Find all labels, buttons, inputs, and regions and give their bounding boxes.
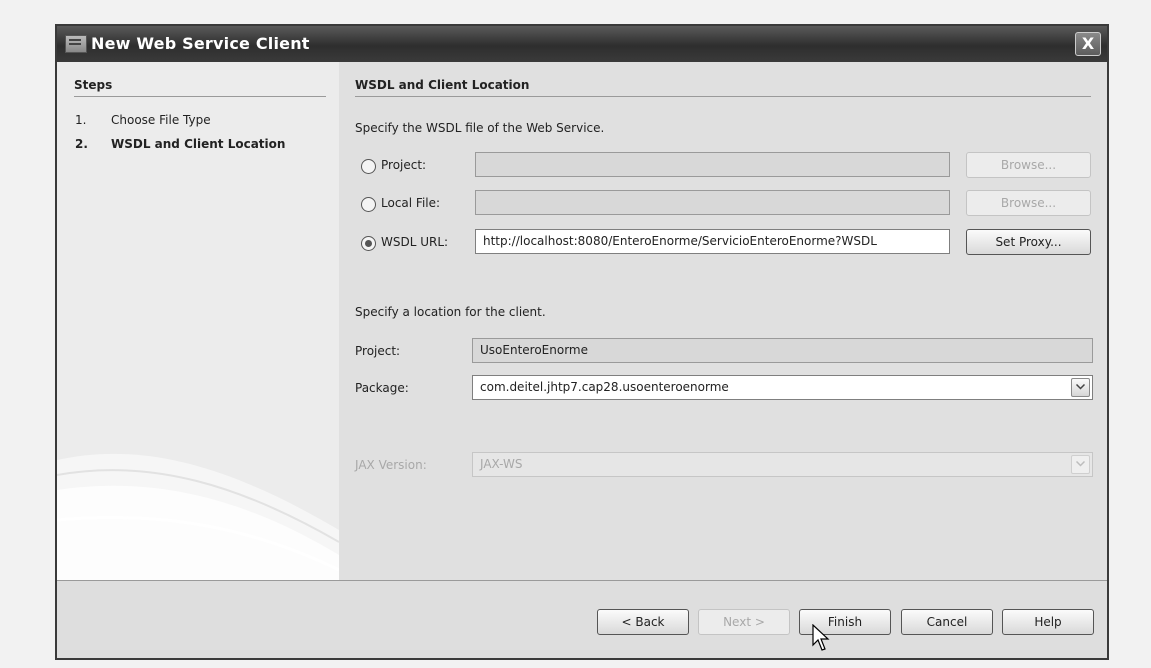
jax-version-combo[interactable]: JAX-WS — [472, 452, 1093, 477]
title-bar[interactable]: New Web Service Client X — [57, 26, 1107, 62]
client-project-field: UsoEnteroEnorme — [472, 338, 1093, 363]
close-button[interactable]: X — [1075, 32, 1101, 56]
chevron-down-icon[interactable] — [1071, 378, 1090, 397]
content-panel: WSDL and Client Location Specify the WSD… — [339, 62, 1107, 580]
step-choose-file-type: 1. Choose File Type — [75, 113, 211, 127]
package-value: com.deitel.jhtp7.cap28.usoenteroenorme — [480, 380, 729, 394]
decorative-swoosh-graphic — [57, 453, 339, 580]
package-combo[interactable]: com.deitel.jhtp7.cap28.usoenteroenorme — [472, 375, 1093, 400]
jax-version-value: JAX-WS — [480, 457, 523, 471]
project-wsdl-field[interactable] — [475, 152, 950, 177]
next-button[interactable]: Next > — [698, 609, 790, 635]
local-file-field[interactable] — [475, 190, 950, 215]
browse-local-file-button[interactable]: Browse... — [966, 190, 1091, 216]
client-instruction: Specify a location for the client. — [355, 305, 546, 319]
chevron-down-icon[interactable] — [1071, 455, 1090, 474]
wsdl-url-radio[interactable] — [361, 236, 376, 251]
browse-project-button[interactable]: Browse... — [966, 152, 1091, 178]
help-button[interactable]: Help — [1002, 609, 1094, 635]
window-icon — [65, 35, 87, 53]
step-label: Choose File Type — [111, 113, 211, 127]
section-heading: WSDL and Client Location — [355, 78, 1091, 97]
button-bar: < Back Next > Finish Cancel Help — [57, 580, 1107, 658]
step-label: WSDL and Client Location — [111, 137, 286, 151]
wsdl-url-input[interactable]: http://localhost:8080/EnteroEnorme/Servi… — [475, 229, 950, 254]
wizard-dialog: New Web Service Client X Steps 1. Choose … — [55, 24, 1109, 660]
mouse-pointer-icon — [812, 624, 830, 651]
jax-version-label: JAX Version: — [355, 458, 427, 472]
window-title: New Web Service Client — [91, 34, 310, 53]
client-project-label: Project: — [355, 344, 401, 358]
steps-panel: Steps 1. Choose File Type 2. WSDL and Clie… — [57, 62, 339, 580]
set-proxy-button[interactable]: Set Proxy... — [966, 229, 1091, 255]
local-file-radio-label[interactable]: Local File: — [381, 196, 440, 210]
step-number: 2. — [75, 137, 88, 151]
wsdl-url-radio-label[interactable]: WSDL URL: — [381, 235, 448, 249]
project-radio-label[interactable]: Project: — [381, 158, 426, 172]
local-file-radio[interactable] — [361, 197, 376, 212]
back-button[interactable]: < Back — [597, 609, 689, 635]
steps-heading: Steps — [74, 78, 326, 97]
project-radio[interactable] — [361, 159, 376, 174]
step-wsdl-client-location: 2. WSDL and Client Location — [75, 137, 285, 151]
wsdl-instruction: Specify the WSDL file of the Web Service… — [355, 121, 605, 135]
step-number: 1. — [75, 113, 87, 127]
package-label: Package: — [355, 381, 409, 395]
cancel-button[interactable]: Cancel — [901, 609, 993, 635]
